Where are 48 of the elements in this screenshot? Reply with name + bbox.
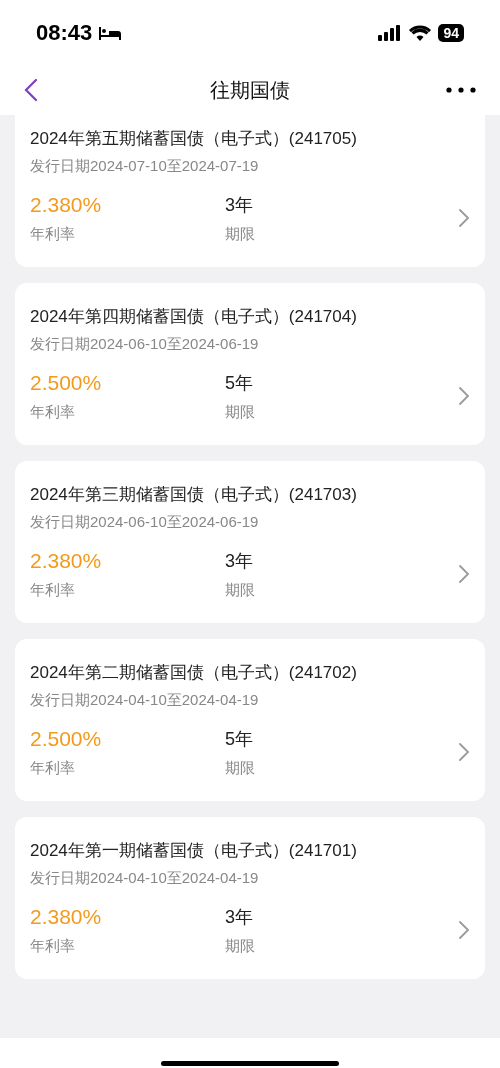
term-label: 期限 — [225, 402, 256, 422]
issue-date: 发行日期2024-06-10至2024-06-19 — [30, 334, 260, 354]
bond-card[interactable]: 2024年第三期储蓄国债（电子式）(241703) 发行日期2024-06-10至2024-06-19 2.380% 年利率 3年 期限 — [15, 461, 485, 623]
interest-rate: 2.380% — [30, 548, 103, 574]
rate-label: 年利率 — [30, 936, 76, 956]
chevron-right-icon — [458, 564, 470, 584]
issue-date: 发行日期2024-04-10至2024-04-19 — [30, 690, 260, 710]
term-value: 5年 — [225, 728, 254, 751]
bond-title: 2024年第三期储蓄国债（电子式）(241703) — [30, 484, 358, 506]
issue-date: 发行日期2024-04-10至2024-04-19 — [30, 868, 260, 888]
rate-label: 年利率 — [30, 402, 76, 422]
bond-card[interactable]: 2024年第四期储蓄国债（电子式）(241704) 发行日期2024-06-10至2024-06-19 2.500% 年利率 5年 期限 — [15, 283, 485, 445]
interest-rate: 2.500% — [30, 370, 103, 396]
term-label: 期限 — [225, 224, 256, 244]
term-value: 3年 — [225, 550, 254, 573]
back-icon[interactable] — [24, 78, 38, 102]
term-value: 3年 — [225, 194, 254, 217]
interest-rate: 2.380% — [30, 904, 103, 930]
rate-label: 年利率 — [30, 224, 76, 244]
bond-card[interactable]: 2024年第一期储蓄国债（电子式）(241701) 发行日期2024-04-10至2024-04-19 2.380% 年利率 3年 期限 — [15, 817, 485, 979]
term-label: 期限 — [225, 936, 256, 956]
signal-icon — [378, 24, 403, 41]
clock-time: 08:43 — [36, 19, 93, 47]
chevron-right-icon — [458, 920, 470, 940]
rate-label: 年利率 — [30, 580, 76, 600]
battery-indicator: 94 — [438, 23, 464, 42]
issue-date: 发行日期2024-06-10至2024-06-19 — [30, 512, 260, 532]
bond-title: 2024年第五期储蓄国债（电子式）(241705) — [30, 128, 358, 150]
term-value: 5年 — [225, 372, 254, 395]
wifi-icon — [409, 24, 432, 41]
rate-label: 年利率 — [30, 758, 76, 778]
chevron-right-icon — [458, 386, 470, 406]
more-icon[interactable] — [446, 87, 476, 93]
bond-title: 2024年第二期储蓄国债（电子式）(241702) — [30, 662, 358, 684]
chevron-right-icon — [458, 208, 470, 228]
bond-card[interactable]: 2024年第五期储蓄国债（电子式）(241705) 发行日期2024-07-10至2024-07-19 2.380% 年利率 3年 期限 — [15, 115, 485, 267]
chevron-right-icon — [458, 742, 470, 762]
bond-card[interactable]: 2024年第二期储蓄国债（电子式）(241702) 发行日期2024-04-10至2024-04-19 2.500% 年利率 5年 期限 — [15, 639, 485, 801]
term-value: 3年 — [225, 906, 254, 929]
bond-title: 2024年第四期储蓄国债（电子式）(241704) — [30, 306, 358, 328]
bed-icon — [98, 24, 123, 41]
term-label: 期限 — [225, 580, 256, 600]
page-title: 往期国债 — [210, 78, 290, 103]
issue-date: 发行日期2024-07-10至2024-07-19 — [30, 156, 260, 176]
bond-title: 2024年第一期储蓄国债（电子式）(241701) — [30, 840, 358, 862]
interest-rate: 2.500% — [30, 726, 103, 752]
term-label: 期限 — [225, 758, 256, 778]
interest-rate: 2.380% — [30, 192, 103, 218]
